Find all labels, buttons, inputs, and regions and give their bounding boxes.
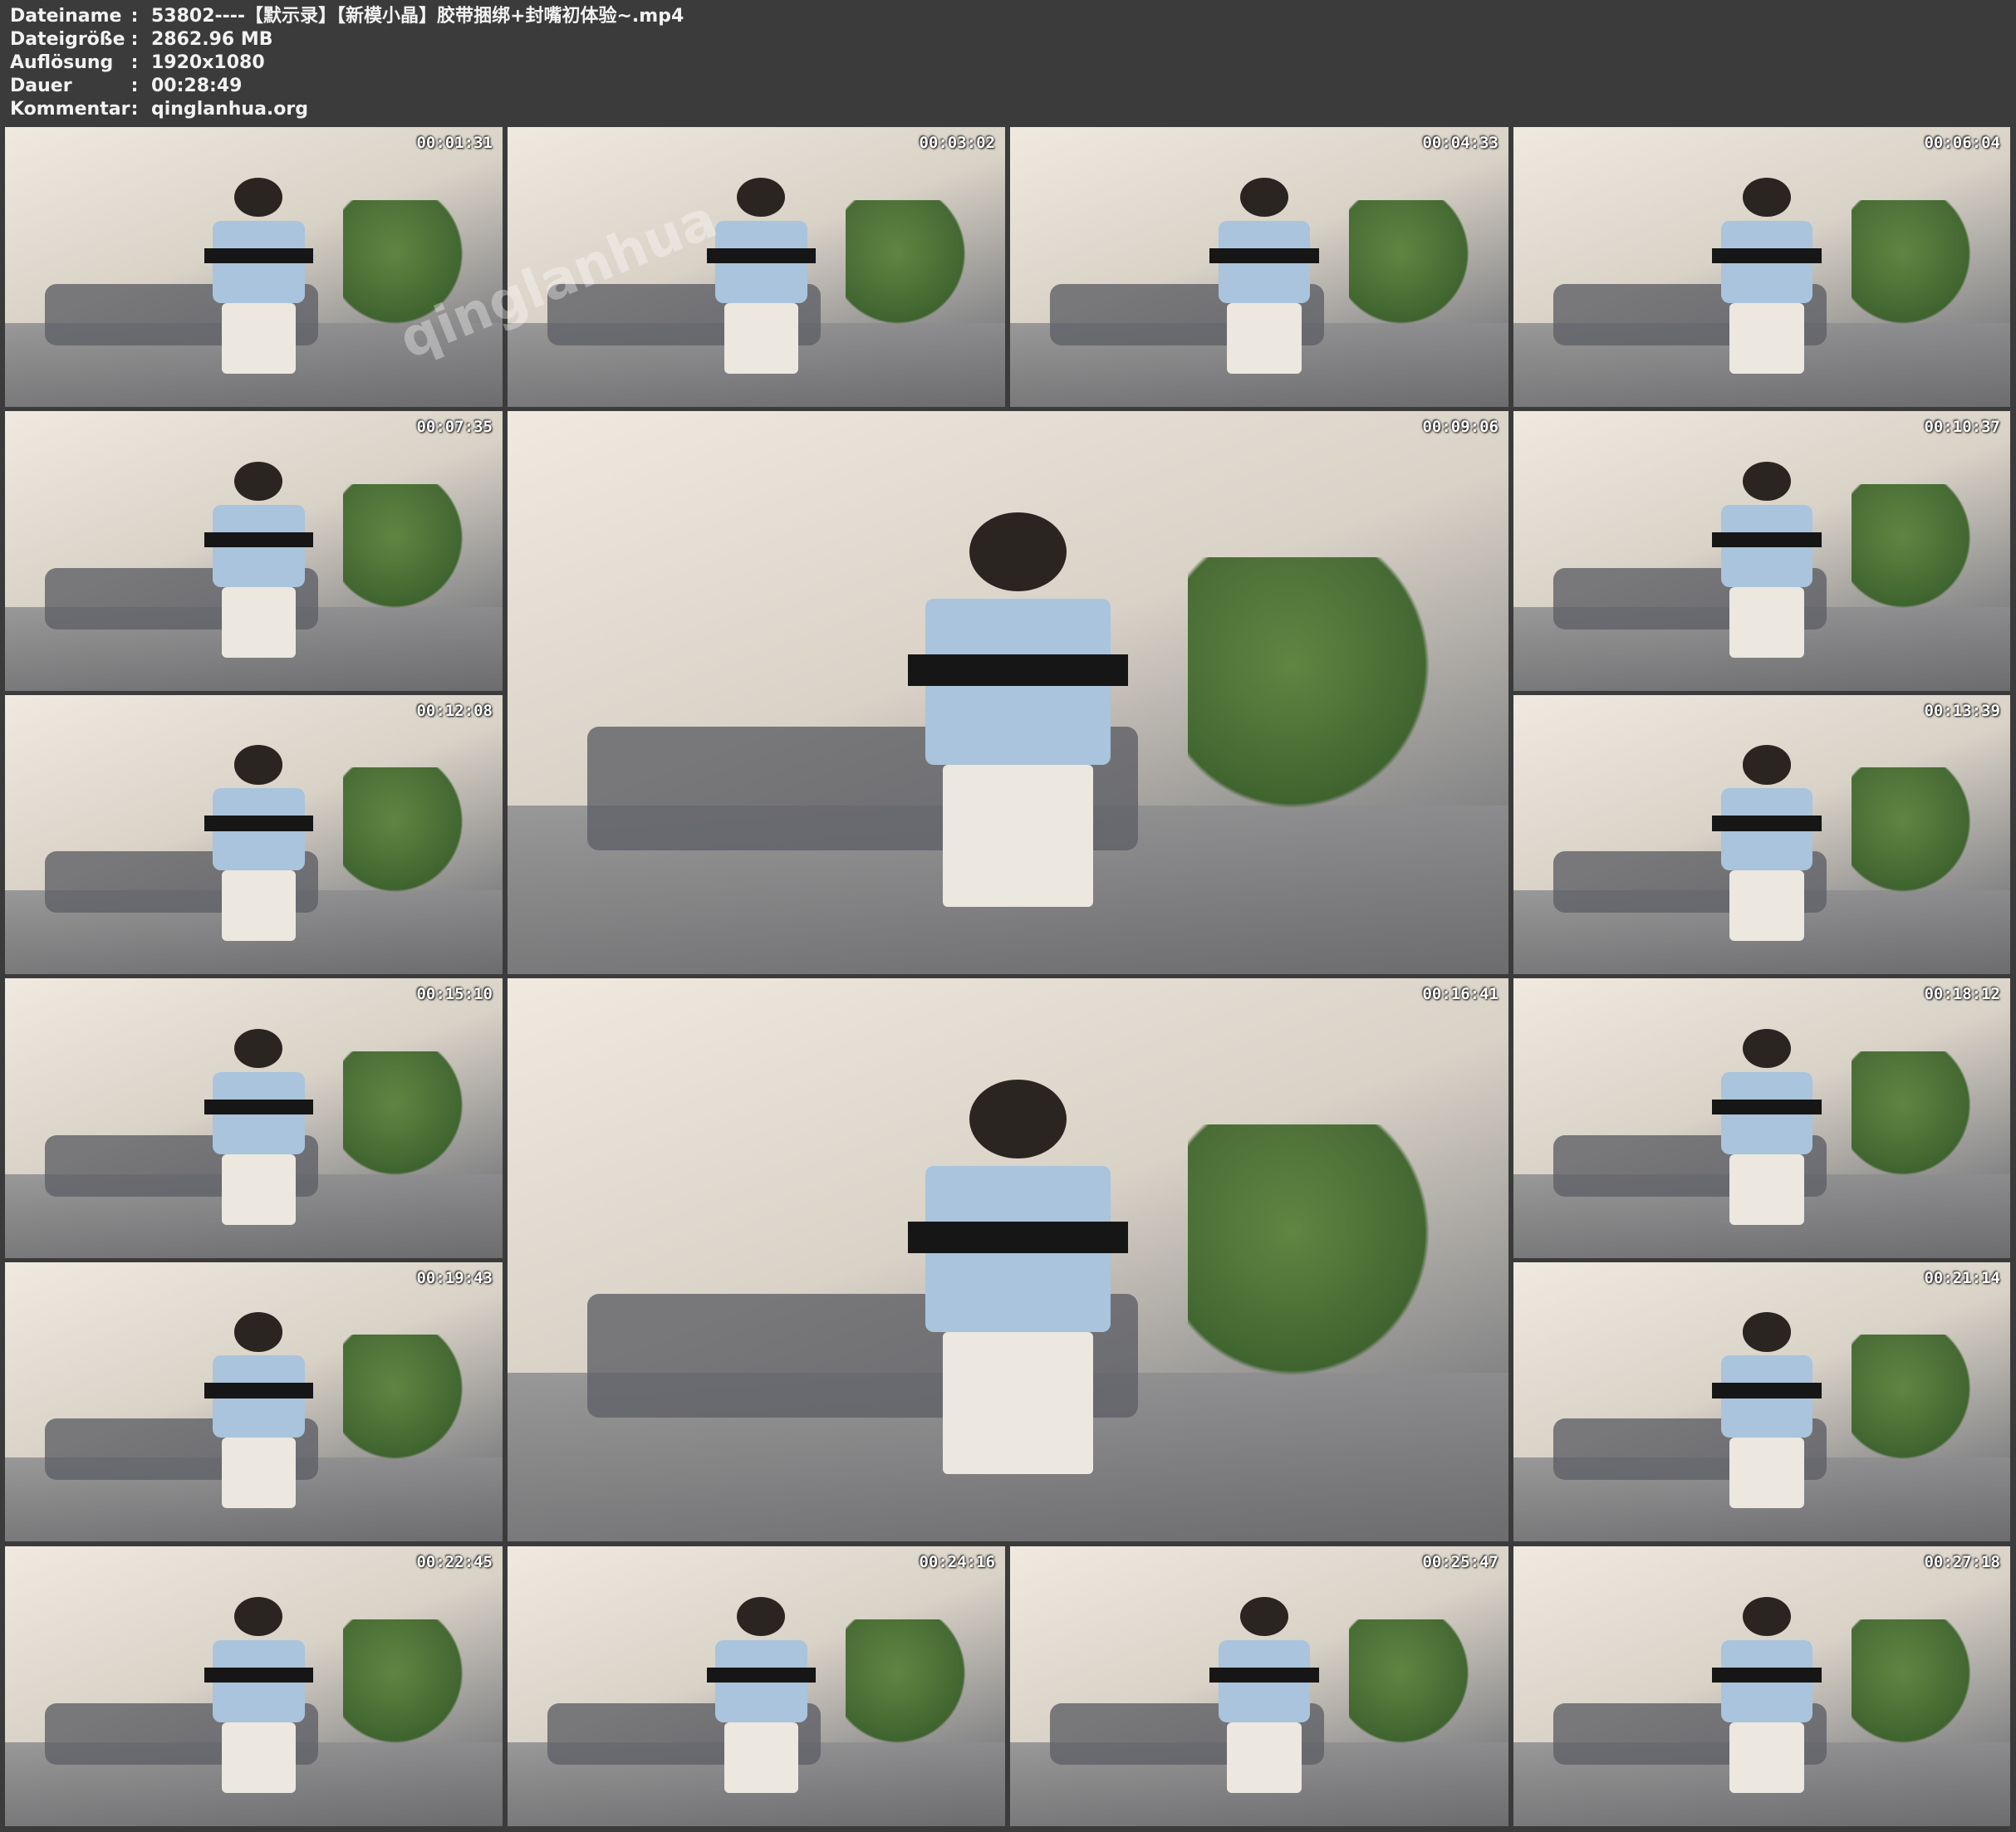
video-thumbnail: 00:10:37 bbox=[1513, 411, 2010, 691]
info-value: 00:28:49 bbox=[151, 76, 243, 96]
thumbnail-timestamp: 00:18:12 bbox=[1924, 985, 2000, 1003]
video-thumbnail: 00:24:16 bbox=[508, 1546, 1005, 1826]
info-separator: : bbox=[130, 52, 139, 73]
video-thumbnail: 00:15:10 bbox=[5, 978, 503, 1258]
video-thumbnail: 00:07:35 bbox=[5, 411, 503, 691]
info-key: Dateigröße bbox=[10, 29, 125, 50]
video-thumbnail: 00:27:18 bbox=[1513, 1546, 2010, 1826]
video-thumbnail: 00:01:31 bbox=[5, 127, 503, 407]
thumbnail-timestamp: 00:16:41 bbox=[1422, 985, 1499, 1003]
thumbnail-timestamp: 00:01:31 bbox=[416, 134, 493, 152]
info-key: Auflösung bbox=[10, 52, 114, 73]
video-thumbnail: 00:22:45 bbox=[5, 1546, 503, 1826]
video-thumbnail: 00:06:04 bbox=[1513, 127, 2010, 407]
info-value: qinglanhua.org bbox=[151, 99, 308, 120]
thumbnail-timestamp: 00:22:45 bbox=[416, 1553, 493, 1571]
info-separator: : bbox=[130, 99, 139, 120]
video-thumbnail: 00:18:12 bbox=[1513, 978, 2010, 1258]
video-thumbnail: 00:25:47 bbox=[1010, 1546, 1508, 1826]
thumbnail-timestamp: 00:25:47 bbox=[1422, 1553, 1499, 1571]
video-thumbnail: 00:04:33 bbox=[1010, 127, 1508, 407]
thumbnail-timestamp: 00:19:43 bbox=[416, 1269, 493, 1287]
file-info-row-comment: Kommentar : qinglanhua.org bbox=[10, 98, 684, 121]
thumbnail-timestamp: 00:24:16 bbox=[919, 1553, 995, 1571]
video-thumbnail-large: 00:09:06 bbox=[508, 411, 1508, 974]
thumbnail-timestamp: 00:06:04 bbox=[1924, 134, 2000, 152]
info-value: 53802----【默示录】【新模小晶】胶带捆绑+封嘴初体验~.mp4 bbox=[151, 6, 684, 27]
info-key: Kommentar bbox=[10, 99, 130, 120]
thumbnail-timestamp: 00:13:39 bbox=[1924, 702, 2000, 720]
file-info-row-resolution: Auflösung : 1920x1080 bbox=[10, 51, 684, 75]
info-separator: : bbox=[130, 6, 139, 27]
thumbnail-timestamp: 00:04:33 bbox=[1422, 134, 1499, 152]
thumbnail-timestamp: 00:12:08 bbox=[416, 702, 493, 720]
video-thumbnail: 00:03:02 bbox=[508, 127, 1005, 407]
info-key: Dateiname bbox=[10, 6, 122, 27]
video-thumbnail: 00:21:14 bbox=[1513, 1262, 2010, 1541]
thumbnail-timestamp: 00:09:06 bbox=[1422, 418, 1499, 436]
file-info-row-filename: Dateiname : 53802----【默示录】【新模小晶】胶带捆绑+封嘴初… bbox=[10, 5, 684, 28]
thumbnail-timestamp: 00:21:14 bbox=[1924, 1269, 2000, 1287]
video-thumbnail-large: 00:16:41 bbox=[508, 978, 1508, 1541]
info-value: 2862.96 MB bbox=[151, 29, 273, 50]
thumbnail-timestamp: 00:07:35 bbox=[416, 418, 493, 436]
video-thumbnail: 00:13:39 bbox=[1513, 695, 2010, 974]
file-info-row-size: Dateigröße : 2862.96 MB bbox=[10, 28, 684, 51]
thumbnail-timestamp: 00:10:37 bbox=[1924, 418, 2000, 436]
video-thumbnail: 00:19:43 bbox=[5, 1262, 503, 1541]
video-thumbnail: 00:12:08 bbox=[5, 695, 503, 974]
info-separator: : bbox=[130, 29, 139, 50]
file-info-header: Dateiname : 53802----【默示录】【新模小晶】胶带捆绑+封嘴初… bbox=[10, 5, 684, 121]
thumbnail-timestamp: 00:03:02 bbox=[919, 134, 995, 152]
info-value: 1920x1080 bbox=[151, 52, 265, 73]
thumbnail-timestamp: 00:27:18 bbox=[1924, 1553, 2000, 1571]
file-info-row-duration: Dauer : 00:28:49 bbox=[10, 75, 684, 98]
info-key: Dauer bbox=[10, 76, 72, 96]
thumbnail-timestamp: 00:15:10 bbox=[416, 985, 493, 1003]
info-separator: : bbox=[130, 76, 139, 96]
